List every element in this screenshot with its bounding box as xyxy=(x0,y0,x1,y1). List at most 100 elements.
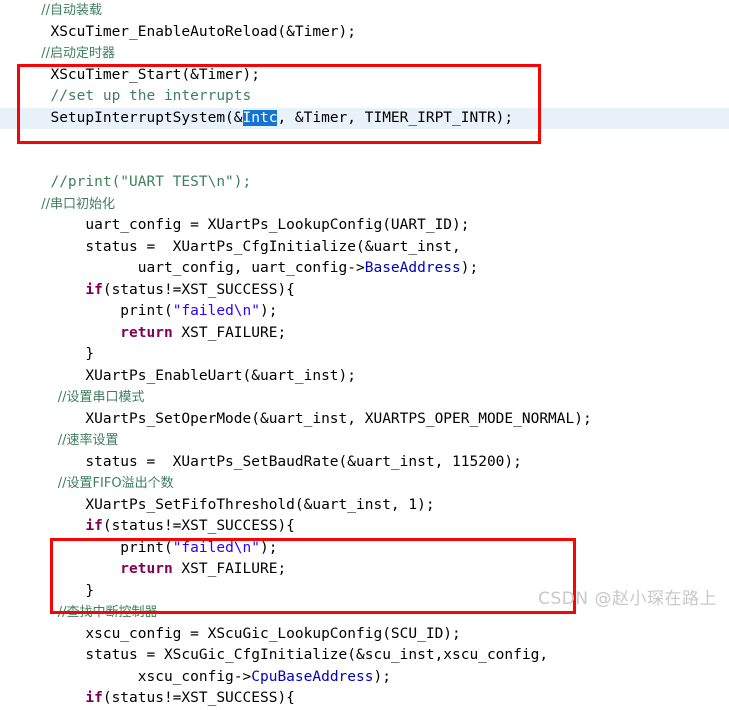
code-line-content: //print("UART TEST\n"); xyxy=(0,172,251,194)
code-token: } xyxy=(33,346,95,362)
code-token: (status!=XST_SUCCESS){ xyxy=(102,518,295,534)
code-token: XUartPs_SetFifoThreshold(&uart_inst, 1); xyxy=(33,496,435,513)
code-line-content: //速率设置 xyxy=(0,430,119,452)
code-line-content: } xyxy=(0,344,94,366)
code-line[interactable]: xscu_config->CpuBaseAddress); xyxy=(0,667,729,689)
code-token: ); xyxy=(460,260,479,276)
code-line[interactable] xyxy=(0,129,729,151)
code-line[interactable]: xscu_config = XScuGic_LookupConfig(SCU_I… xyxy=(0,624,729,646)
code-token: //设置FIFO溢出个数 xyxy=(33,476,174,491)
code-line[interactable]: //速率设置 xyxy=(0,430,729,452)
code-line[interactable]: //串口初始化 xyxy=(0,194,729,216)
code-line[interactable]: } xyxy=(0,344,729,366)
code-line-content: XUartPs_SetOperMode(&uart_inst, XUARTPS_… xyxy=(0,409,591,431)
code-token: xscu_config = XScuGic_LookupConfig(SCU_I… xyxy=(33,625,461,642)
code-line[interactable]: //set up the interrupts xyxy=(0,86,729,108)
code-line[interactable]: //设置FIFO溢出个数 xyxy=(0,473,729,495)
code-token: XScuTimer_Start(&Timer); xyxy=(33,66,260,83)
code-line[interactable]: uart_config = XUartPs_LookupConfig(UART_… xyxy=(0,215,729,237)
code-line-content xyxy=(0,151,50,173)
code-token: ); xyxy=(260,539,278,556)
code-line[interactable]: //print("UART TEST\n"); xyxy=(0,172,729,194)
code-line[interactable]: XScuTimer_EnableAutoReload(&Timer); xyxy=(0,22,729,44)
code-line-content: SetupInterruptSystem(&Intc, &Timer, TIME… xyxy=(0,108,513,130)
code-line[interactable]: status = XUartPs_CfgInitialize(&uart_ins… xyxy=(0,237,729,259)
code-line-content: if(status!=XST_SUCCESS){ xyxy=(0,516,295,538)
code-token: //查找中断控制器 xyxy=(33,605,158,620)
code-token: ); xyxy=(373,668,391,685)
code-token: if xyxy=(33,281,103,298)
code-token: "failed\n" xyxy=(172,539,260,556)
code-token: (status!=XST_SUCCESS){ xyxy=(102,690,295,706)
csdn-watermark: CSDN @赵小琛在路上 xyxy=(538,589,717,609)
code-line-content: return XST_FAILURE; xyxy=(0,559,286,581)
code-line-content: uart_config = XUartPs_LookupConfig(UART_… xyxy=(0,215,470,237)
code-line-content: XScuTimer_EnableAutoReload(&Timer); xyxy=(0,22,356,44)
code-line[interactable]: XUartPs_SetFifoThreshold(&uart_inst, 1); xyxy=(0,495,729,517)
code-token: xscu_config-> xyxy=(33,668,252,685)
code-token: status = XUartPs_SetBaudRate(&uart_inst,… xyxy=(33,453,522,470)
code-line-content: xscu_config = XScuGic_LookupConfig(SCU_I… xyxy=(0,624,461,646)
code-line-content: xscu_config->CpuBaseAddress); xyxy=(0,667,391,689)
code-line-content: } xyxy=(0,581,94,603)
code-token: status = XUartPs_CfgInitialize(&uart_ins… xyxy=(33,238,461,255)
code-token: //启动定时器 xyxy=(33,46,116,61)
code-line-content: //设置串口模式 xyxy=(0,387,145,409)
code-line-content: //set up the interrupts xyxy=(0,86,251,108)
code-token: XST_FAILURE; xyxy=(172,561,287,577)
code-line-content xyxy=(0,129,50,151)
code-line[interactable]: if(status!=XST_SUCCESS){ xyxy=(0,280,729,302)
code-token: (status!=XST_SUCCESS){ xyxy=(102,281,295,298)
code-line-content: XScuTimer_Start(&Timer); xyxy=(0,65,260,87)
code-line[interactable]: //自动装载 xyxy=(0,0,729,22)
code-token: uart_config = XUartPs_LookupConfig(UART_… xyxy=(33,217,470,233)
code-line[interactable]: SetupInterruptSystem(&Intc, &Timer, TIME… xyxy=(0,107,729,130)
code-token: CpuBaseAddress xyxy=(251,668,374,685)
code-token: "failed\n" xyxy=(172,303,260,319)
code-token: uart_config, uart_config-> xyxy=(33,260,365,276)
code-token: XUartPs_EnableUart(&uart_inst); xyxy=(33,367,357,384)
code-line[interactable]: XUartPs_SetOperMode(&uart_inst, XUARTPS_… xyxy=(0,409,729,431)
code-line[interactable]: XScuTimer_Start(&Timer); xyxy=(0,65,729,87)
code-token: //自动装载 xyxy=(33,3,103,18)
code-line[interactable]: print("failed\n"); xyxy=(0,538,729,560)
code-line-content: status = XUartPs_SetBaudRate(&uart_inst,… xyxy=(0,452,522,474)
code-line-content: //设置FIFO溢出个数 xyxy=(0,473,174,495)
code-line[interactable]: XUartPs_EnableUart(&uart_inst); xyxy=(0,366,729,388)
code-token: //串口初始化 xyxy=(33,196,116,212)
code-line-content: return XST_FAILURE; xyxy=(0,323,286,345)
code-editor-viewport[interactable]: //自动装载 XScuTimer_EnableAutoReload(&Timer… xyxy=(0,0,729,706)
code-line[interactable] xyxy=(0,151,729,173)
code-line-content: print("failed\n"); xyxy=(0,301,277,323)
code-line-content: status = XUartPs_CfgInitialize(&uart_ins… xyxy=(0,237,461,259)
code-token: return xyxy=(33,561,173,577)
selected-token[interactable]: Intc xyxy=(242,109,278,126)
code-line-content: XUartPs_EnableUart(&uart_inst); xyxy=(0,366,356,388)
code-token: //print("UART TEST\n"); xyxy=(33,174,252,190)
code-line[interactable]: if(status!=XST_SUCCESS){ xyxy=(0,516,729,538)
code-line-content: print("failed\n"); xyxy=(0,538,277,560)
code-token: SetupInterruptSystem(& xyxy=(33,109,243,126)
code-line-content: uart_config, uart_config->BaseAddress); xyxy=(0,258,478,280)
code-token: status = XScuGic_CfgInitialize(&scu_inst… xyxy=(33,647,549,663)
code-token: BaseAddress xyxy=(364,260,461,276)
code-token: } xyxy=(33,582,95,599)
code-line-content: if(status!=XST_SUCCESS){ xyxy=(0,688,295,710)
code-line-content: //启动定时器 xyxy=(0,43,115,65)
code-line[interactable]: status = XUartPs_SetBaudRate(&uart_inst,… xyxy=(0,452,729,474)
code-line[interactable]: if(status!=XST_SUCCESS){ xyxy=(0,688,729,710)
code-line[interactable]: print("failed\n"); xyxy=(0,301,729,323)
code-token: return xyxy=(33,324,173,341)
code-line-content: if(status!=XST_SUCCESS){ xyxy=(0,280,295,302)
code-line[interactable]: return XST_FAILURE; xyxy=(0,323,729,345)
code-line-content: XUartPs_SetFifoThreshold(&uart_inst, 1); xyxy=(0,495,435,517)
code-token: if xyxy=(33,690,103,706)
code-line[interactable]: uart_config, uart_config->BaseAddress); xyxy=(0,258,729,280)
code-line[interactable]: return XST_FAILURE; xyxy=(0,559,729,581)
code-line[interactable]: //启动定时器 xyxy=(0,43,729,65)
code-line[interactable]: //设置串口模式 xyxy=(0,387,729,409)
code-line[interactable]: status = XScuGic_CfgInitialize(&scu_inst… xyxy=(0,645,729,667)
code-line-content: status = XScuGic_CfgInitialize(&scu_inst… xyxy=(0,645,548,667)
code-token: XScuTimer_EnableAutoReload(&Timer); xyxy=(33,23,357,40)
